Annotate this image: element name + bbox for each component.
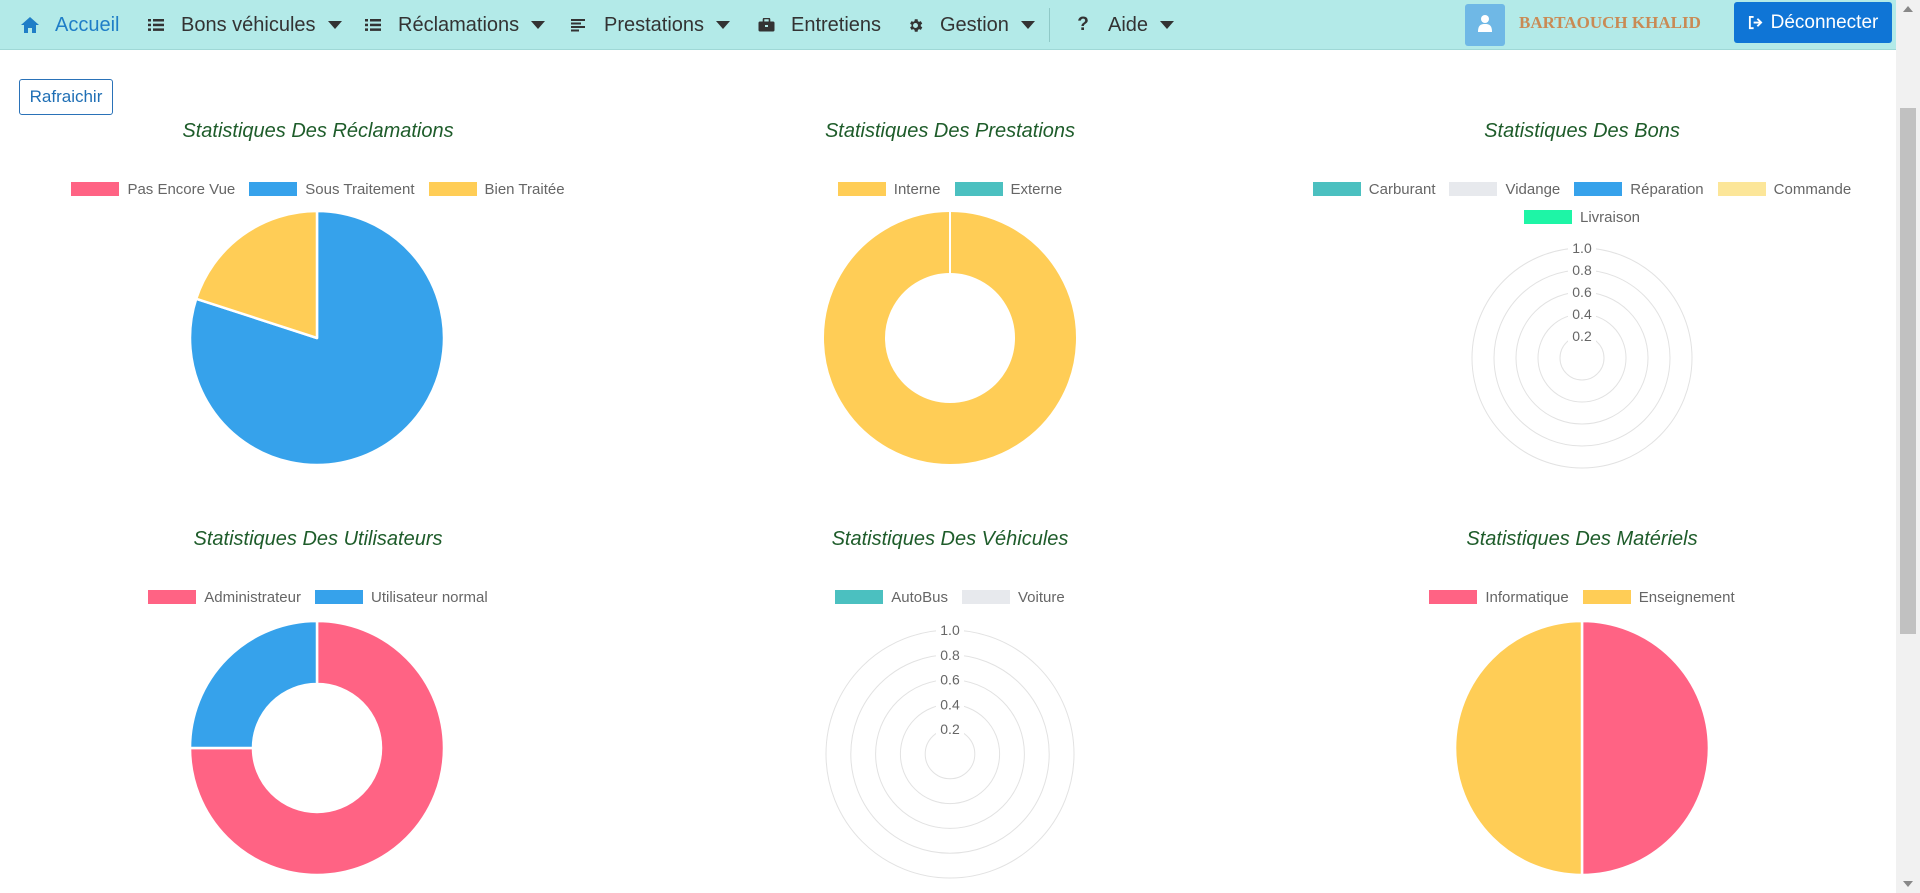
sign-out-icon — [1748, 15, 1763, 30]
tick-label: 1.0 — [940, 622, 960, 638]
chart-materiels — [1453, 619, 1711, 877]
chart-vehicules: 0.2 0.4 0.6 0.8 1.0 — [825, 622, 1075, 879]
list-icon — [145, 14, 167, 36]
chart-card-vehicules: Statistiques Des Véhicules AutoBus Voitur… — [634, 526, 1266, 893]
gear-icon — [904, 14, 926, 36]
tick-label: 1.0 — [1572, 240, 1592, 256]
tick-label: 0.8 — [1572, 262, 1592, 278]
tick-label: 0.4 — [940, 696, 960, 712]
vertical-scrollbar[interactable] — [1896, 0, 1920, 893]
list-icon — [362, 14, 384, 36]
logout-label: Déconnecter — [1770, 11, 1879, 33]
nav-item-label: Entretiens — [791, 13, 882, 36]
logout-button[interactable]: Déconnecter — [1734, 2, 1892, 43]
tick-label: 0.8 — [940, 647, 960, 663]
briefcase-icon — [755, 14, 777, 36]
slice-utilisateur-normal[interactable] — [188, 619, 319, 750]
home-icon — [19, 14, 41, 36]
chart-prestations — [822, 210, 1078, 466]
chart-card-utilisateurs: Statistiques Des Utilisateurs Administra… — [0, 526, 636, 893]
nav-item-aide[interactable]: ? Aide — [1072, 0, 1175, 50]
scroll-down-icon[interactable] — [1903, 881, 1913, 887]
caret-down-icon — [716, 21, 731, 29]
nav-item-accueil[interactable]: Accueil — [19, 0, 119, 50]
nav-item-label: Bons véhicules — [181, 13, 316, 36]
user-name: BARTAOUCH KHALID — [1519, 12, 1701, 32]
user-icon — [1478, 14, 1492, 37]
scrollbar-thumb[interactable] — [1900, 108, 1916, 634]
chart-card-materiels: Statistiques Des Matériels Informatique E… — [1266, 526, 1898, 893]
scroll-up-icon[interactable] — [1903, 6, 1913, 12]
tick-label: 0.2 — [940, 721, 960, 737]
nav-item-entretiens[interactable]: Entretiens — [755, 0, 881, 50]
caret-down-icon — [1020, 21, 1035, 29]
chart-card-prestations: Statistiques Des Prestations Interne Exte… — [634, 118, 1266, 478]
nav-item-label: Réclamations — [398, 13, 520, 36]
caret-down-icon — [327, 21, 342, 29]
chart-card-bons: Statistiques Des Bons Carburant Vidange Ré… — [1266, 118, 1898, 478]
polar-grid-ring — [899, 703, 1001, 805]
refresh-button[interactable]: Rafraichir — [19, 79, 113, 115]
chart-bons: 0.2 0.4 0.6 0.8 1.0 — [1471, 240, 1693, 469]
chart-card-reclamations: Statistiques Des Réclamations Pas Encore… — [0, 118, 636, 478]
nav-item-label: Gestion — [940, 13, 1009, 36]
tick-label: 0.6 — [940, 672, 960, 688]
tick-label: 0.2 — [1572, 328, 1592, 344]
chart-utilisateurs — [188, 619, 446, 877]
caret-down-icon — [1160, 21, 1175, 29]
align-left-icon — [568, 14, 590, 36]
nav-item-gestion[interactable]: Gestion — [904, 0, 1035, 50]
avatar[interactable] — [1465, 4, 1505, 46]
slice-enseignement[interactable] — [1453, 619, 1584, 877]
nav-item-label: Prestations — [604, 13, 705, 36]
nav-item-bons-vehicules[interactable]: Bons véhicules — [145, 0, 342, 50]
slice-informatique[interactable] — [1580, 619, 1711, 877]
nav-divider — [1049, 8, 1050, 42]
nav-item-label: Accueil — [55, 13, 120, 36]
polar-grid-ring — [1471, 247, 1693, 469]
question-icon: ? — [1077, 14, 1089, 35]
polar-grid-ring — [825, 629, 1075, 879]
caret-down-icon — [531, 21, 546, 29]
chart-reclamations — [188, 209, 446, 467]
nav-item-prestations[interactable]: Prestations — [568, 0, 731, 50]
nav-item-reclamations[interactable]: Réclamations — [362, 0, 546, 50]
top-navbar: Accueil Bons véhicules Réclamations Pres… — [0, 0, 1896, 50]
tick-label: 0.4 — [1572, 306, 1592, 322]
tick-label: 0.6 — [1572, 284, 1592, 300]
nav-item-label: Aide — [1108, 13, 1149, 36]
